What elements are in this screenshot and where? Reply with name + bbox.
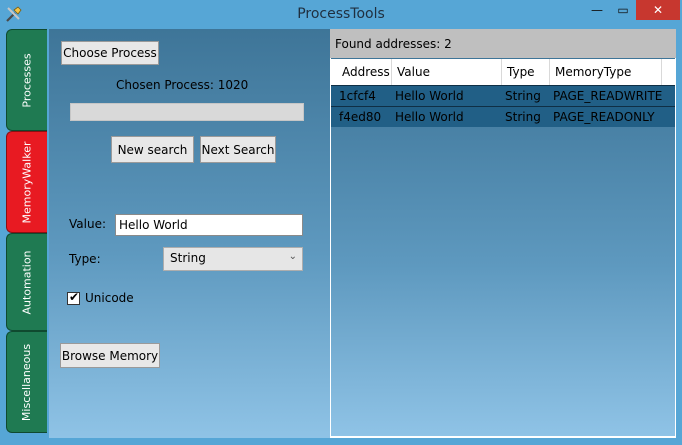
cell-value: Hello World (395, 89, 464, 103)
chevron-down-icon: ⌄ (288, 251, 297, 262)
column-divider (391, 59, 392, 85)
search-progress-bar (70, 103, 304, 121)
title-bar: ProcessTools — ▭ ✕ (0, 0, 682, 29)
tab-processes[interactable]: Processes (6, 29, 47, 131)
table-row[interactable]: f4ed80 Hello World String PAGE_READONLY (331, 106, 675, 127)
tab-miscellaneous[interactable]: Miscellaneous (6, 331, 47, 433)
minimize-button[interactable]: — (584, 0, 610, 20)
value-input[interactable] (115, 214, 303, 236)
col-address-header[interactable]: Address (342, 65, 390, 79)
found-addresses-text: Found addresses: 2 (335, 37, 452, 51)
type-label: Type: (69, 252, 101, 266)
cell-memorytype: PAGE_READWRITE (553, 89, 663, 103)
cell-memorytype: PAGE_READONLY (553, 110, 655, 124)
browse-memory-button[interactable]: Browse Memory (60, 343, 160, 368)
col-memorytype-header[interactable]: MemoryType (555, 65, 631, 79)
chosen-process-text: Chosen Process: 1020 (116, 78, 249, 92)
close-button[interactable]: ✕ (636, 0, 680, 20)
unicode-checkbox[interactable]: ✔ (67, 290, 80, 305)
table-row[interactable]: 1cfcf4 Hello World String PAGE_READWRITE (331, 85, 675, 106)
cell-type: String (505, 110, 541, 124)
results-panel: Found addresses: 2 Address Value Type Me… (330, 29, 676, 438)
unicode-label: Unicode (85, 291, 134, 305)
found-addresses-bar: Found addresses: 2 (330, 29, 676, 58)
type-select[interactable]: String ⌄ (163, 247, 303, 271)
cell-address: 1cfcf4 (339, 89, 376, 103)
cell-value: Hello World (395, 110, 464, 124)
choose-process-button[interactable]: Choose Process (61, 41, 159, 65)
value-label: Value: (69, 217, 106, 231)
window-title: ProcessTools (297, 6, 385, 22)
maximize-button[interactable]: ▭ (610, 0, 636, 20)
tab-memorywalker[interactable]: MemoryWalker (6, 131, 47, 233)
column-divider (501, 59, 502, 85)
col-value-header[interactable]: Value (397, 65, 430, 79)
tab-automation[interactable]: Automation (6, 233, 47, 331)
sidebar-tabs: Processes MemoryWalker Automation Miscel… (0, 29, 48, 445)
checkmark-icon: ✔ (69, 290, 80, 304)
cell-address: f4ed80 (339, 110, 382, 124)
next-search-button[interactable]: Next Search (200, 136, 276, 163)
cell-type: String (505, 89, 541, 103)
column-divider (661, 59, 662, 85)
column-divider (549, 59, 550, 85)
col-type-header[interactable]: Type (507, 65, 535, 79)
new-search-button[interactable]: New search (111, 136, 194, 163)
type-selected-value: String (170, 251, 206, 265)
memory-walker-panel: Choose Process Chosen Process: 1020 New … (49, 29, 330, 438)
table-header: Address Value Type MemoryType (331, 59, 675, 86)
